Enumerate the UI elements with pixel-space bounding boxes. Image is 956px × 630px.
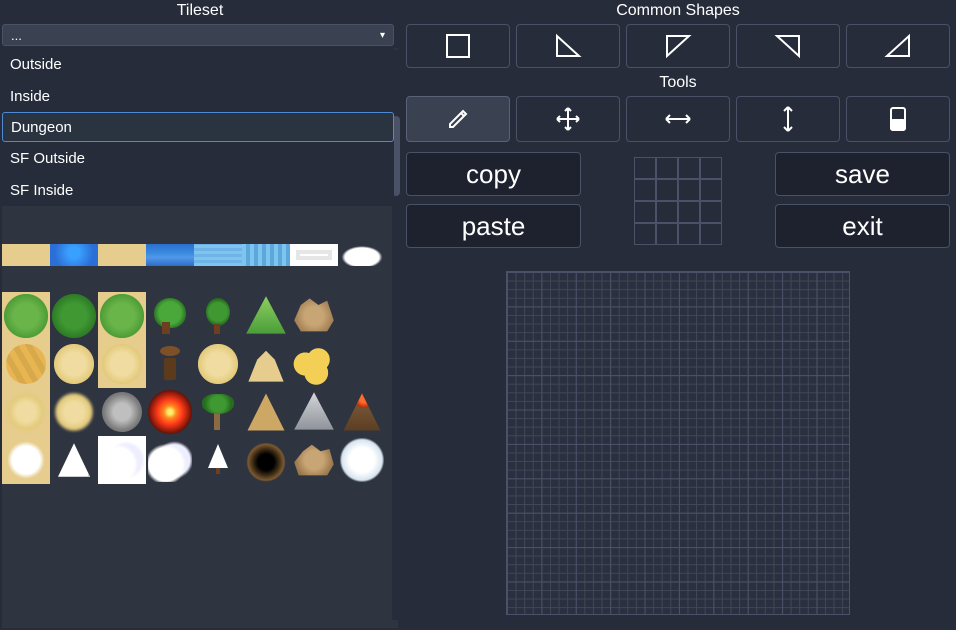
resize-h-icon [663,109,693,129]
preview-cell [587,152,769,250]
pencil-icon [445,106,471,132]
eraser-icon [887,105,909,133]
tool-pencil[interactable] [406,96,510,142]
tileset-option-sf-inside[interactable]: SF Inside [2,174,394,206]
tileset-option-outside[interactable]: Outside [2,48,394,80]
tileset-option-inside[interactable]: Inside [2,80,394,112]
tileset-dropdown-wrap: ... ▾ Outside Inside Dungeon SF Outside … [0,24,400,46]
square-icon [445,33,471,59]
tile[interactable] [146,244,194,266]
tool-resize-v[interactable] [736,96,840,142]
paste-button[interactable]: paste [406,204,581,248]
tile[interactable] [2,244,50,266]
tile[interactable] [194,244,242,266]
action-grid: copy save paste exit [406,152,950,250]
tile[interactable] [290,244,338,266]
tile[interactable] [194,292,242,340]
tool-move[interactable] [516,96,620,142]
chevron-down-icon: ▾ [380,30,385,41]
tileset-option-sf-outside[interactable]: SF Outside [2,142,394,174]
tool-eraser[interactable] [846,96,950,142]
tileset-dropdown-list: Outside Inside Dungeon SF Outside SF Ins… [2,48,394,206]
tile[interactable] [146,340,194,388]
tile[interactable] [50,244,98,266]
tools-title: Tools [400,72,956,96]
tile[interactable] [338,292,386,340]
canvas-wrap [400,256,956,630]
tile[interactable] [98,244,146,266]
shape-triangle-br[interactable] [846,24,950,68]
tool-resize-h[interactable] [626,96,730,142]
tile[interactable] [338,244,386,266]
tools-row [406,96,950,142]
resize-v-icon [778,104,798,134]
tile[interactable] [242,244,290,266]
triangle-tr-icon [774,33,802,59]
triangle-bl-icon [554,33,582,59]
shape-triangle-tr[interactable] [736,24,840,68]
common-shapes-row [406,24,950,68]
editor-canvas[interactable] [506,271,850,615]
tileset-option-dungeon[interactable]: Dungeon [2,112,394,142]
shape-triangle-tl[interactable] [626,24,730,68]
preview-grid[interactable] [634,157,722,245]
shape-square[interactable] [406,24,510,68]
common-shapes-title: Common Shapes [400,0,956,24]
tileset-dropdown[interactable]: ... ▾ [2,24,394,46]
tile-grid [2,244,386,484]
copy-button[interactable]: copy [406,152,581,196]
tile[interactable] [194,436,242,484]
triangle-br-icon [884,33,912,59]
exit-button[interactable]: exit [775,204,950,248]
tile[interactable] [338,340,386,388]
triangle-tl-icon [664,33,692,59]
shape-triangle-bl[interactable] [516,24,620,68]
move-icon [554,105,582,133]
save-button[interactable]: save [775,152,950,196]
tileset-panel: Tileset ... ▾ Outside Inside Dungeon SF … [0,0,400,630]
tileset-dropdown-value: ... [11,28,22,43]
right-panel: Common Shapes Tools [400,0,956,630]
tile[interactable] [146,292,194,340]
tile[interactable] [194,388,242,436]
tileset-title: Tileset [0,0,400,24]
